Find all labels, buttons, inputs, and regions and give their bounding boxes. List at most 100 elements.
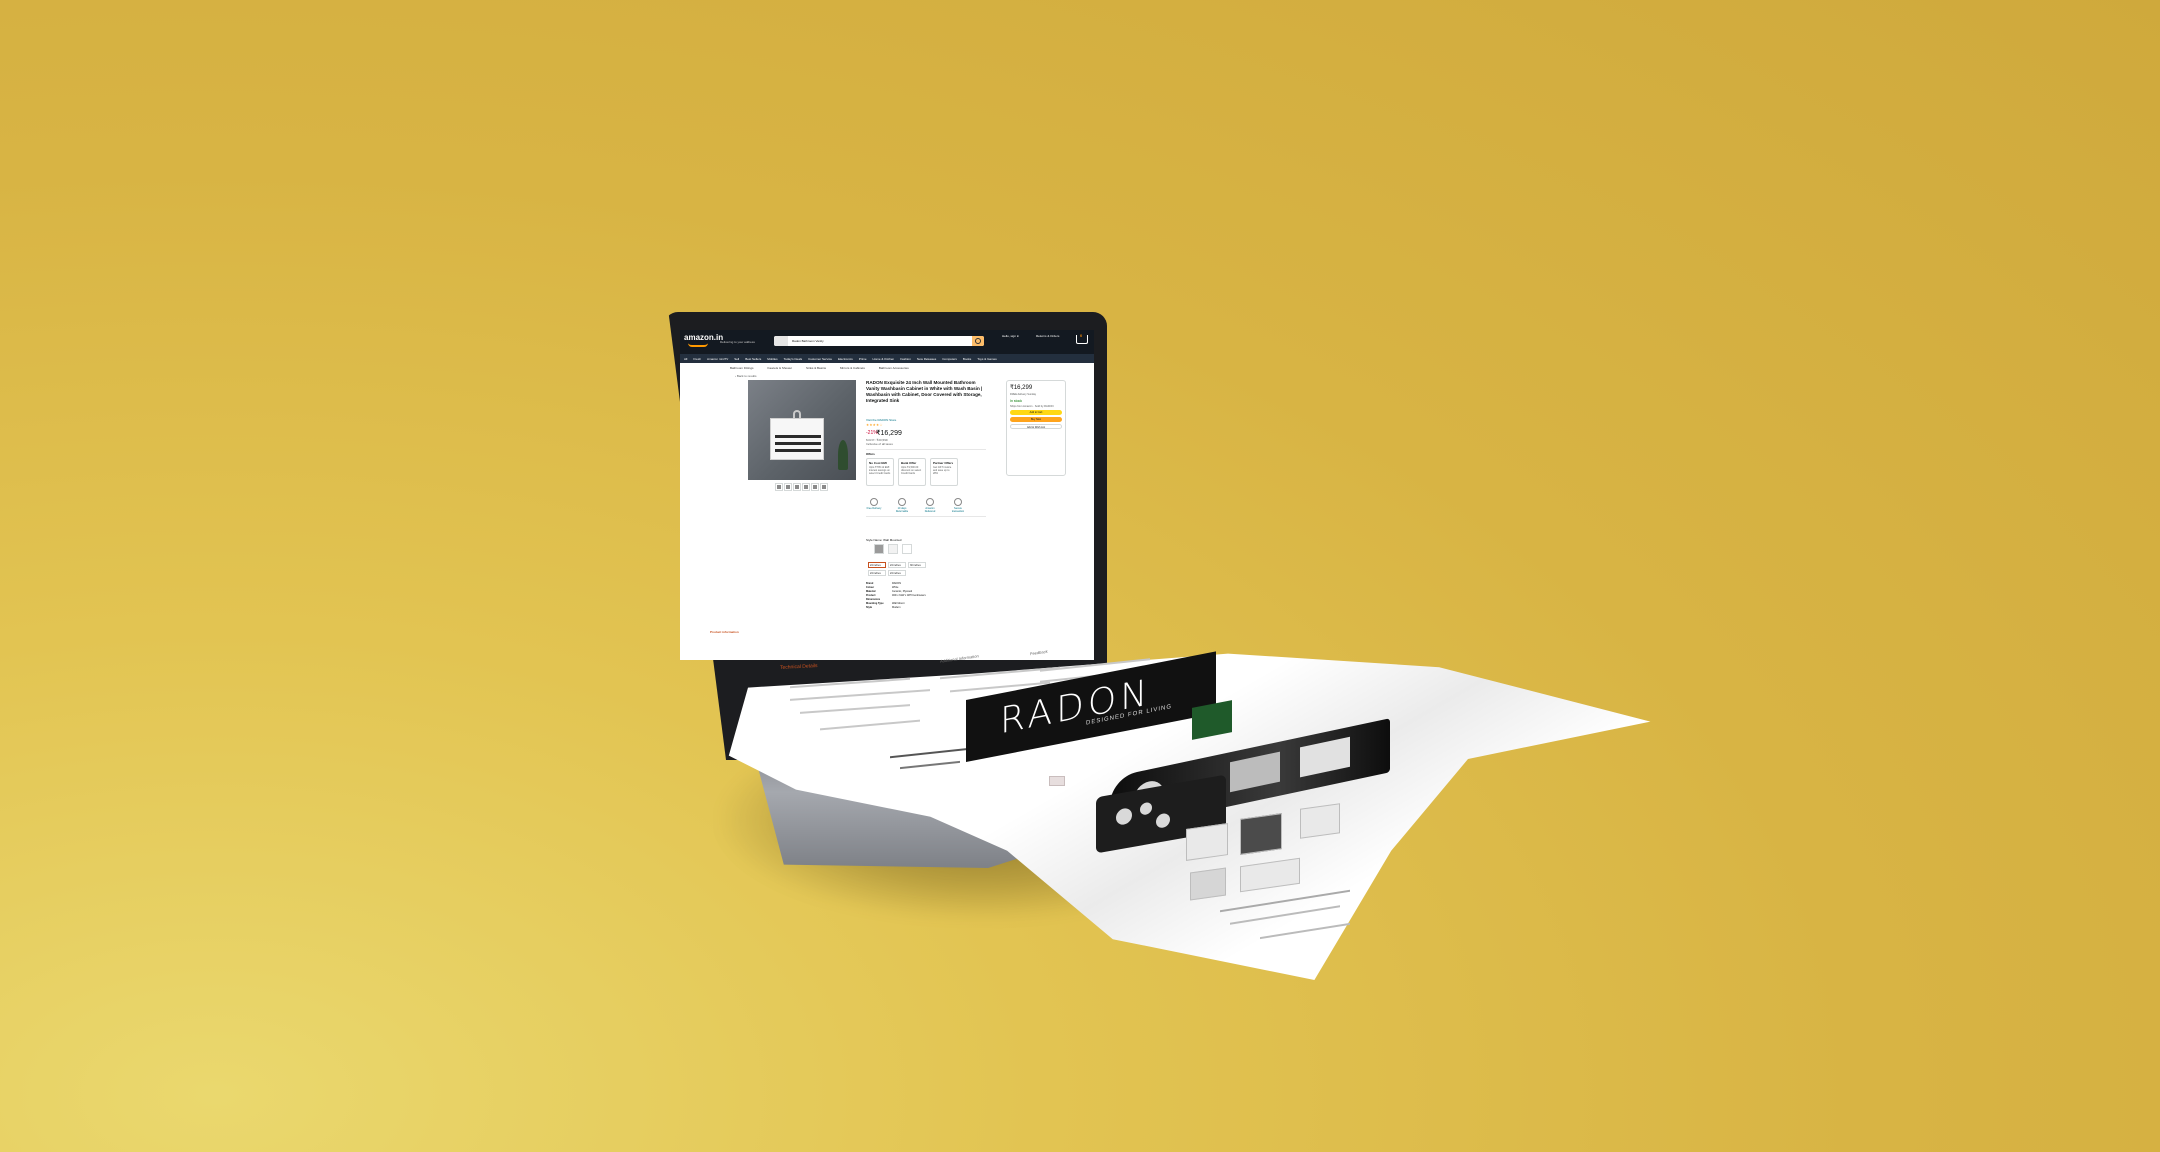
nav-item[interactable]: New Releases: [917, 357, 936, 361]
amazon-header: amazon.in Delivering to your address Rad…: [680, 330, 1094, 354]
add-to-cart-button[interactable]: Add to Cart: [1010, 410, 1062, 415]
offer-card[interactable]: Bank Offer Upto ₹1,500.00 discount on se…: [898, 458, 926, 486]
spec-row: Product Dimensions 46D x 61W x 48H Centim…: [866, 594, 926, 602]
product-panel-image: [1186, 823, 1228, 861]
cabinet-slat: [775, 435, 821, 438]
spec-key: Style: [866, 606, 872, 609]
size-option[interactable]: 24 inches: [888, 562, 906, 568]
amazon-nav-bar: All Fresh Amazon miniTV Sell Best Seller…: [680, 354, 1094, 363]
nav-item[interactable]: Sell: [734, 357, 739, 361]
gallery-thumbnail[interactable]: [784, 483, 792, 491]
breadcrumb[interactable]: ‹ Back to results: [735, 374, 757, 378]
returnable-icon[interactable]: 10 days Returnable: [894, 498, 910, 513]
buybox-price: ₹16,299: [1010, 385, 1033, 391]
search-category-dropdown[interactable]: [774, 336, 788, 346]
subnav-item[interactable]: Mirrors & Cabinets: [840, 366, 865, 370]
category-subnav: Bathroom Fittings Faucets & Shower Sinks…: [730, 366, 909, 370]
style-swatch[interactable]: [902, 544, 912, 554]
cabinet-photo: [1230, 751, 1280, 793]
spec-value: 46D x 61W x 48H Centimeters: [892, 594, 926, 597]
offer-card-body: Upto ₹1,500.00 discount on select Credit…: [901, 466, 922, 475]
brand-store-link[interactable]: Visit the RADON Store: [866, 418, 896, 422]
nav-item[interactable]: Best Sellers: [745, 357, 761, 361]
faucet-image: [793, 410, 801, 418]
image-gallery-thumbnails: [775, 483, 828, 491]
product-price: ₹16,299: [876, 430, 902, 437]
style-swatch[interactable]: [888, 544, 898, 554]
nav-item[interactable]: Home & Kitchen: [873, 357, 895, 361]
hardware-detail: [1116, 807, 1132, 826]
section-divider: [866, 449, 986, 450]
offer-card-title: Bank Offer: [901, 461, 917, 465]
product-main-image[interactable]: [748, 380, 856, 480]
nav-item[interactable]: Customer Service: [808, 357, 832, 361]
cabinet-photo: [1300, 736, 1350, 778]
spec-value: Modern: [892, 606, 901, 609]
account-menu[interactable]: Hello, sign in: [1002, 334, 1019, 338]
size-option[interactable]: 24 inches: [868, 570, 886, 576]
nav-item[interactable]: Prime: [859, 357, 867, 361]
gallery-thumbnail[interactable]: [811, 483, 819, 491]
delivery-date[interactable]: FREE delivery Sunday: [1010, 393, 1062, 397]
search-input[interactable]: Radon Bathroom Vanity: [792, 339, 824, 343]
secure-transaction-icon[interactable]: Secure transaction: [950, 498, 966, 513]
tax-note: Inclusive of all taxes: [866, 442, 893, 446]
nav-item[interactable]: Fresh: [693, 357, 701, 361]
spec-table: Brand RADON Colour White Material Ceramic, …: [866, 582, 926, 610]
style-name-label: Style Name: Wall Mounted: [866, 538, 902, 542]
nav-item[interactable]: Books: [963, 357, 971, 361]
product-thumbnail: [1049, 776, 1065, 786]
nav-item[interactable]: Computers: [942, 357, 957, 361]
buy-box: ₹16,299 FREE delivery Sunday In stock Sh…: [1006, 380, 1066, 476]
free-delivery-icon[interactable]: Free Delivery: [866, 498, 882, 513]
nav-item[interactable]: Toys & Games: [977, 357, 997, 361]
style-swatch[interactable]: [874, 544, 884, 554]
hardware-detail: [1156, 812, 1170, 829]
amazon-delivered-icon[interactable]: Amazon Delivered: [922, 498, 938, 513]
subnav-item[interactable]: Bathroom Fittings: [730, 366, 754, 370]
search-bar[interactable]: Radon Bathroom Vanity: [774, 336, 984, 346]
spec-row: Style Modern: [866, 606, 926, 610]
nav-item[interactable]: Today's Deals: [784, 357, 803, 361]
product-information-section: Product information: [710, 630, 1070, 634]
cart-count: 0: [1080, 333, 1083, 338]
buy-now-button[interactable]: Buy Now: [1010, 417, 1062, 422]
add-to-wishlist-button[interactable]: Add to Wish List: [1010, 424, 1062, 429]
subnav-item[interactable]: Sinks & Basins: [806, 366, 826, 370]
delivery-location[interactable]: Delivering to your address: [720, 340, 755, 344]
product-title: RADON Exquisite 24 Inch Wall Mounted Bat…: [866, 380, 983, 403]
subnav-item[interactable]: Bathroom Accessories: [879, 366, 909, 370]
offer-card[interactable]: No Cost EMI Upto ₹735.12 EMI interest sa…: [866, 458, 894, 486]
rating-stars[interactable]: ★★★★☆: [866, 423, 883, 427]
nav-item[interactable]: Electronics: [838, 357, 853, 361]
product-information-heading: Product information: [710, 630, 739, 634]
subnav-item[interactable]: Faucets & Shower: [768, 366, 793, 370]
offer-card-title: No Cost EMI: [869, 461, 887, 465]
vanity-cabinet-image: [770, 418, 824, 460]
offer-card-body: Get GST invoice and save up to 28%: [933, 466, 952, 475]
returns-orders[interactable]: Returns & Orders: [1036, 334, 1059, 338]
offer-card-body: Upto ₹735.12 EMI interest savings on sel…: [869, 466, 891, 475]
search-icon[interactable]: [972, 336, 984, 346]
nav-item[interactable]: Mobiles: [767, 357, 777, 361]
offer-card[interactable]: Partner Offers Get GST invoice and save …: [930, 458, 958, 486]
nav-item[interactable]: Amazon miniTV: [707, 357, 728, 361]
product-panel-image: [1190, 867, 1226, 901]
gallery-thumbnail[interactable]: [793, 483, 801, 491]
size-option[interactable]: 24 inches: [888, 570, 906, 576]
spec-key: Product Dimensions: [866, 594, 881, 601]
size-option[interactable]: 30 inches: [908, 562, 926, 568]
service-icons-row: Free Delivery 10 days Returnable Amazon …: [866, 498, 966, 513]
hardware-detail: [1140, 801, 1152, 816]
offer-card-title: Partner Offers: [933, 461, 954, 465]
gallery-thumbnail[interactable]: [775, 483, 783, 491]
cabinet-slat: [775, 449, 821, 452]
nav-item[interactable]: All: [684, 357, 687, 361]
nav-item[interactable]: Fashion: [900, 357, 911, 361]
amazon-logo[interactable]: amazon.in: [684, 333, 723, 347]
size-option[interactable]: 24 inches: [868, 562, 886, 568]
stock-status: In stock: [1010, 398, 1023, 403]
gallery-thumbnail[interactable]: [802, 483, 810, 491]
gallery-thumbnail[interactable]: [820, 483, 828, 491]
section-divider: [866, 516, 986, 517]
